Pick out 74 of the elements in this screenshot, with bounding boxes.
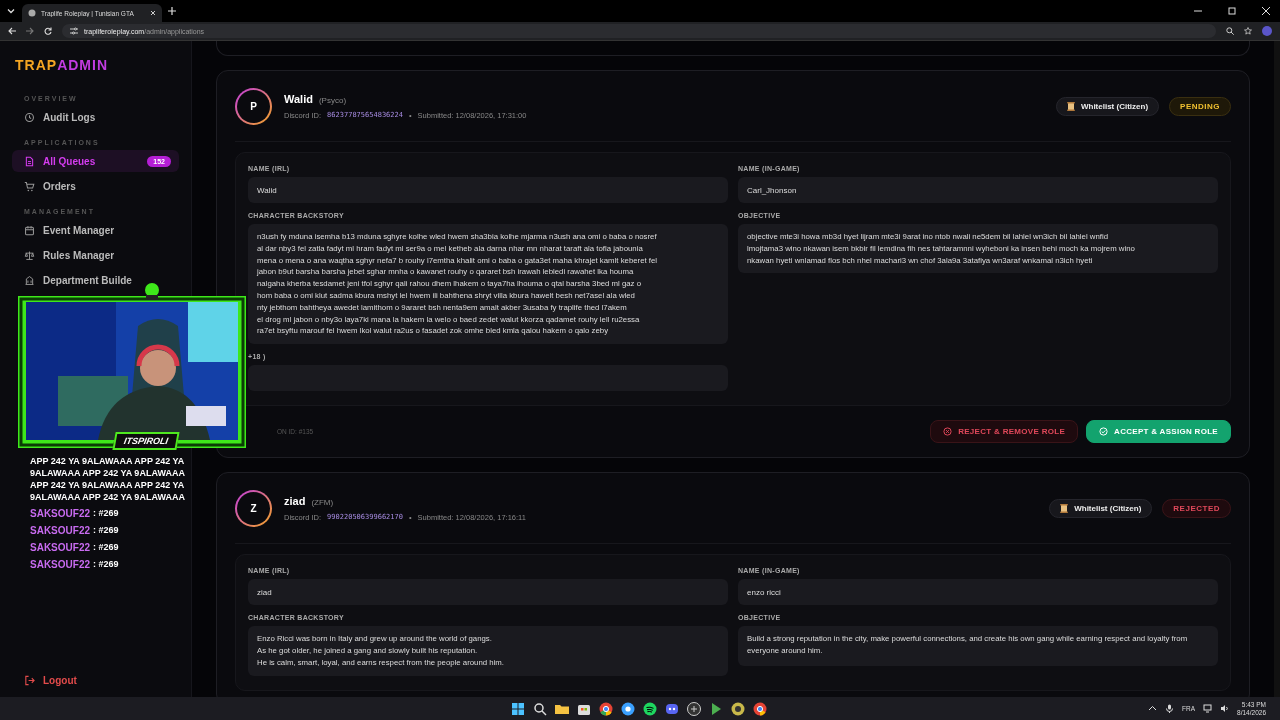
chat-message: : #269 — [93, 559, 119, 570]
app-icon[interactable] — [730, 700, 746, 717]
close-icon[interactable] — [1262, 7, 1270, 15]
chrome-icon[interactable] — [598, 700, 614, 717]
chat-username: SAKSOUF22 — [30, 508, 90, 519]
applicant-name: ziad — [284, 494, 306, 507]
applicant-name: Walid — [284, 92, 313, 105]
scales-icon — [24, 249, 35, 261]
text-field[interactable]: Walid — [248, 177, 728, 203]
profile-avatar[interactable] — [1262, 26, 1272, 36]
cart-icon — [24, 180, 35, 192]
spotify-icon[interactable] — [642, 700, 658, 717]
text-field[interactable]: enzo ricci — [738, 579, 1218, 606]
chrome-icon[interactable] — [620, 700, 636, 717]
chat-message: : #269 — [93, 542, 119, 553]
building-icon — [24, 274, 35, 286]
nav-item[interactable]: Rules Manager — [12, 244, 179, 266]
text-field[interactable]: Carl_Jhonson — [738, 177, 1218, 203]
chat-message: 9ALAWAAA APP 242 YA 9ALAWAAA — [30, 468, 185, 478]
chat-message: APP 242 YA 9ALAWAAA APP 242 YA — [30, 480, 185, 490]
forward-icon[interactable] — [26, 27, 34, 35]
chat-message: 9ALAWAAA APP 242 YA 9ALAWAAA — [30, 492, 185, 502]
streamer-name: ITSPIROLI — [112, 432, 180, 450]
logo-text: ADMIN — [57, 57, 108, 73]
chrome-icon[interactable] — [752, 700, 768, 717]
mascot-icon — [142, 282, 162, 300]
chat-message: : #269 — [93, 508, 119, 519]
close-circle-icon — [943, 427, 953, 437]
network-icon[interactable] — [1203, 704, 1213, 713]
game-icon[interactable] — [686, 700, 702, 717]
nav-item[interactable]: Department Builde — [12, 269, 179, 291]
search-icon[interactable] — [532, 700, 548, 717]
history-icon — [24, 111, 35, 123]
text-field[interactable]: ziad — [248, 579, 728, 606]
site-info-icon[interactable] — [70, 27, 78, 35]
chat-username: SAKSOUF22 — [30, 525, 90, 536]
nav-item[interactable]: Orders — [12, 175, 179, 197]
document-icon — [24, 155, 35, 167]
reload-icon[interactable] — [44, 27, 52, 35]
status-tag: PENDING — [1169, 96, 1231, 116]
restore-icon[interactable] — [1228, 7, 1236, 15]
windows-icon[interactable] — [510, 700, 526, 717]
chat-username: SAKSOUF22 — [30, 559, 90, 570]
globe-icon — [28, 9, 36, 17]
star-icon[interactable] — [1244, 27, 1252, 35]
avatar: P — [235, 87, 272, 125]
nickname: (ZFM) — [311, 497, 334, 507]
tab-list-icon[interactable] — [6, 6, 16, 16]
back-icon[interactable] — [8, 27, 16, 35]
logout-icon — [24, 675, 35, 686]
status-tag: REJECTED — [1162, 498, 1231, 518]
type-tag: Whitelist (Citizen) — [1055, 96, 1160, 116]
calendar-icon — [24, 224, 35, 236]
microphone-icon[interactable] — [1165, 704, 1175, 713]
minimize-icon[interactable] — [1194, 7, 1202, 15]
logout-link[interactable]: Logout — [12, 675, 179, 686]
reject-button[interactable]: REJECT & REMOVE ROLE — [930, 420, 1079, 444]
chat-username: SAKSOUF22 — [30, 542, 90, 553]
scroll-icon — [1066, 101, 1075, 111]
type-tag: Whitelist (Citizen) — [1049, 498, 1153, 518]
chat-message: : #269 — [93, 525, 119, 536]
chevron-up-icon[interactable] — [1148, 704, 1158, 713]
plus-icon[interactable] — [168, 7, 176, 15]
zoom-icon[interactable] — [1226, 27, 1234, 35]
avatar: Z — [235, 489, 272, 527]
close-icon[interactable] — [150, 10, 156, 16]
logo-text: TRAP — [15, 57, 58, 73]
volume-icon[interactable] — [1220, 704, 1230, 713]
chat-message: APP 242 YA 9ALAWAAA APP 242 YA — [30, 456, 185, 466]
check-circle-icon — [1099, 427, 1109, 437]
scroll-icon — [1060, 503, 1069, 513]
nickname: (Psyco) — [318, 95, 347, 105]
nav-item[interactable]: Event Manager — [12, 219, 179, 241]
nav-item[interactable]: Audit Logs — [12, 106, 179, 128]
